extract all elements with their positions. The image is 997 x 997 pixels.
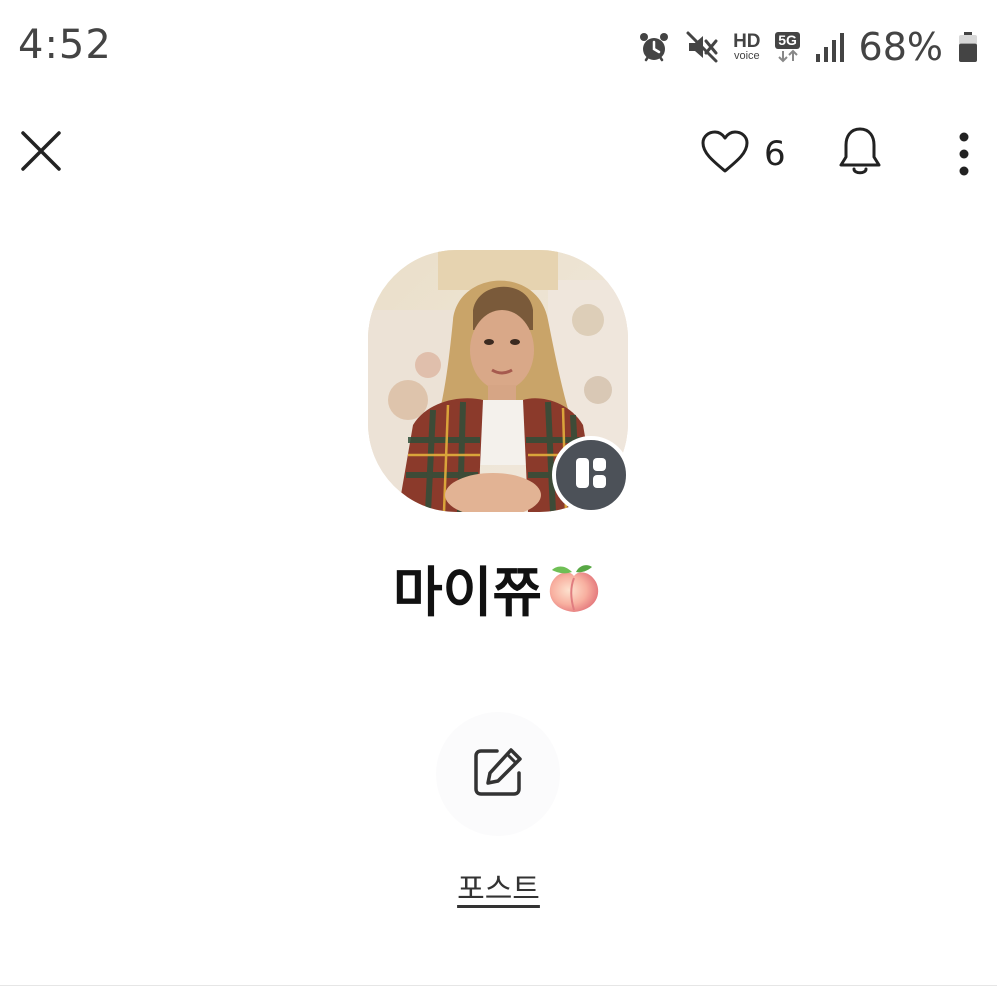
like-count: 6: [764, 134, 786, 174]
more-options-button[interactable]: [944, 126, 984, 186]
peach-icon: [544, 558, 604, 618]
status-time: 4:52: [18, 22, 112, 68]
alarm-icon: [637, 30, 671, 64]
more-vertical-icon: [958, 132, 970, 180]
5g-icon: 5G: [775, 31, 801, 63]
profile-avatar-container: [368, 250, 632, 514]
notification-button[interactable]: [830, 122, 890, 184]
status-bar: 4:52 HD voice 5G 68%: [0, 0, 997, 96]
hd-label: HD: [733, 31, 761, 52]
divider: [0, 985, 997, 986]
hd-voice-icon: HD voice: [733, 32, 760, 62]
post-button[interactable]: [436, 712, 560, 836]
channel-badge[interactable]: [552, 436, 630, 514]
voice-label: voice: [733, 50, 760, 62]
profile-name-text: 마이쮸: [392, 561, 543, 624]
mute-icon: [685, 30, 719, 64]
close-icon: [19, 129, 63, 177]
edit-icon: [471, 745, 525, 803]
like-button[interactable]: 6: [700, 124, 786, 184]
status-icons: HD voice 5G 68%: [637, 24, 979, 70]
profile-name: 마이쮸: [0, 548, 997, 627]
top-action-bar: 6: [0, 100, 997, 210]
battery-icon: [957, 30, 979, 64]
network-label: 5G: [775, 31, 800, 49]
bell-icon: [837, 125, 883, 181]
heart-icon: [700, 130, 750, 178]
post-label[interactable]: 포스트: [0, 864, 997, 908]
channel-logo-icon: [574, 456, 608, 494]
signal-icon: [815, 30, 845, 64]
battery-percent: 68%: [858, 25, 943, 69]
close-button[interactable]: [14, 126, 68, 180]
